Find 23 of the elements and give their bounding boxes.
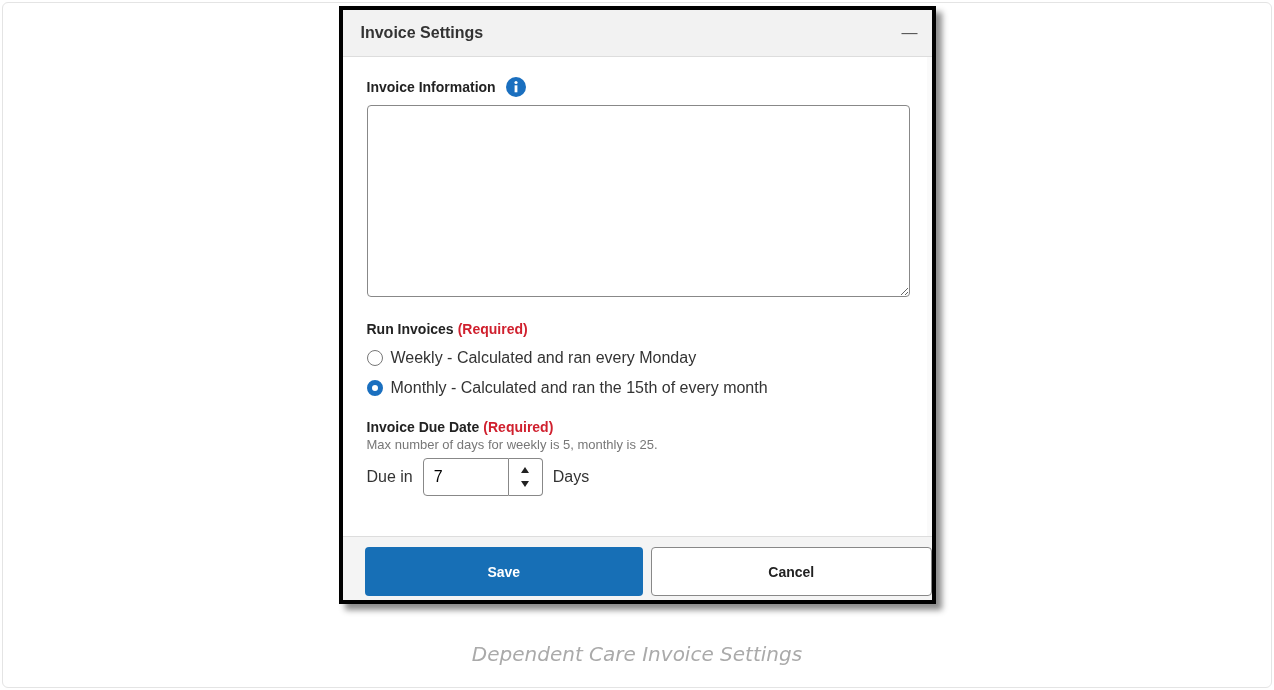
- decrement-icon[interactable]: [520, 480, 531, 488]
- panel-title: Invoice Settings: [360, 24, 484, 42]
- field-label: Invoice Due Date: [366, 419, 480, 435]
- invoice-information-field[interactable]: [366, 105, 910, 297]
- field-label: Run Invoices: [366, 321, 454, 337]
- required-label: (Required): [483, 419, 554, 435]
- spinner-buttons[interactable]: [508, 458, 543, 496]
- info-icon[interactable]: [505, 77, 526, 97]
- radio-button[interactable]: [366, 380, 383, 396]
- increment-icon[interactable]: [520, 466, 531, 474]
- radio-button[interactable]: [366, 350, 383, 366]
- cancel-button[interactable]: Cancel: [651, 547, 932, 596]
- radio-label[interactable]: Monthly - Calculated and ran the 15th of every month: [390, 379, 768, 397]
- due-in-label: Due in: [366, 468, 413, 486]
- radio-label[interactable]: Weekly - Calculated and ran every Monday: [390, 349, 697, 367]
- field-label: Invoice Information: [366, 79, 496, 95]
- save-button[interactable]: Save: [364, 547, 643, 596]
- collapse-button[interactable]: —: [901, 24, 918, 42]
- hint-text: Max number of days for weekly is 5, monthly is 25.: [366, 437, 659, 452]
- figure-caption: Dependent Care Invoice Settings: [471, 642, 803, 666]
- days-label: Days: [552, 468, 590, 486]
- days-input-field[interactable]: 7: [422, 458, 509, 496]
- required-label: (Required): [457, 321, 528, 337]
